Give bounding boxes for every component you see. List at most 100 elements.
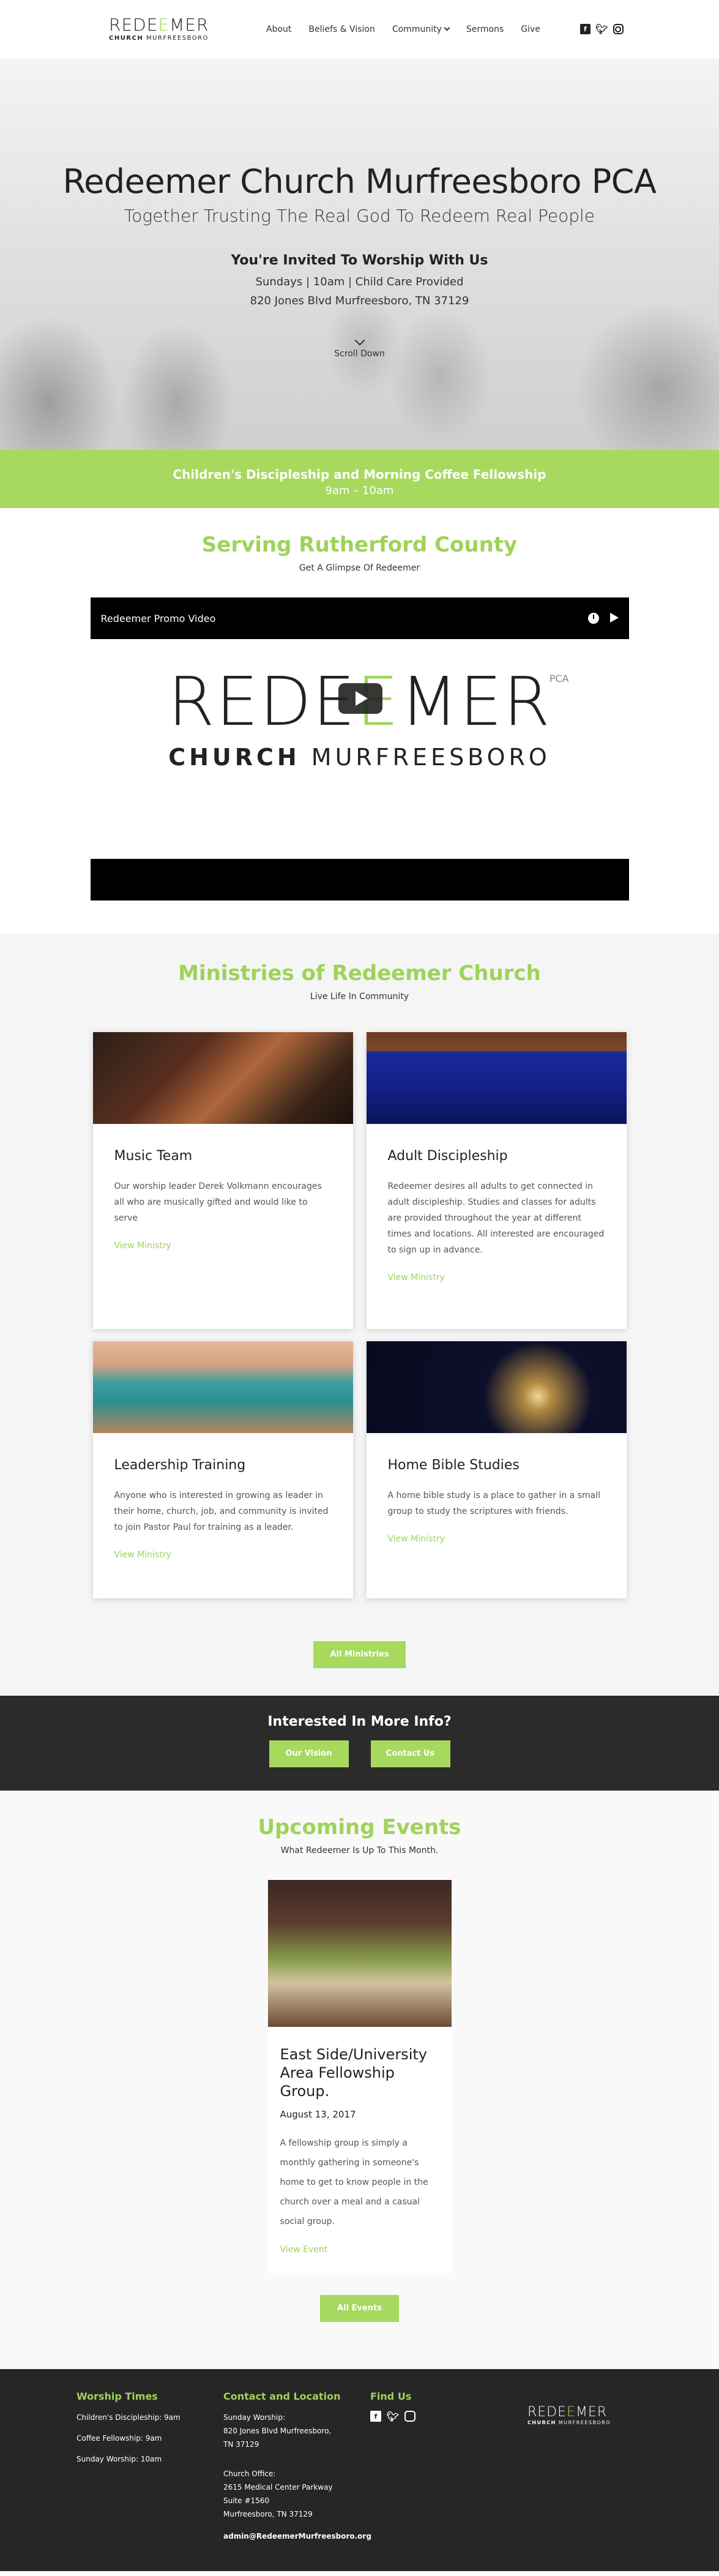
event-text: A fellowship group is simply a monthly g… [280,2138,428,2226]
ministry-title: Adult Discipleship [387,1148,508,1164]
nav-sermons[interactable]: Sermons [466,24,504,34]
footer-office-address: Murfreesboro, TN 37129 [223,2510,313,2518]
instagram-icon[interactable] [404,2411,415,2422]
ministry-text: Our worship leader Derek Volkmann encour… [114,1181,322,1223]
play-icon[interactable] [338,683,382,714]
ministries-subtitle: Live Life In Community [310,992,409,1002]
video-title-bar: Redeemer Promo Video [90,597,629,639]
banner-time: 9am – 10am [325,484,394,497]
ministry-card: Music Team Our worship leader Derek Volk… [92,1032,353,1329]
hero-invite: You're Invited To Worship With Us [231,253,488,268]
footer-email-link[interactable]: admin@RedeemerMurfreesboro.org [223,2532,371,2540]
view-event-link[interactable]: View Event [280,2245,439,2255]
ministry-text: A home bible study is a place to gather … [387,1491,601,1516]
view-ministry-link[interactable]: View Ministry [114,1241,332,1251]
footer-sunday-address: 820 Jones Blvd Murfreesboro, [223,2427,332,2435]
event-image [267,1880,452,2027]
ministry-image-bible [366,1341,627,1433]
chevron-down-icon [354,335,365,346]
scroll-down-link[interactable]: Scroll Down [0,335,719,359]
logo-subtitle: CHURCH MURFREESBORO [109,35,209,42]
events-title: Upcoming Events [258,1815,461,1840]
twitter-icon[interactable]: 🐦︎ [387,2411,399,2422]
ministries-section: Ministries of Redeemer Church Live Life … [0,934,719,1696]
footer-find-title: Find Us [370,2391,412,2402]
twitter-icon[interactable]: 🐦︎ [595,23,608,35]
hero-schedule: Sundays | 10am | Child Care Provided [255,275,464,288]
ministry-text: Redeemer desires all adults to get conne… [387,1181,605,1255]
hero-section: Redeemer Church Murfreesboro PCA Togethe… [0,58,719,450]
footer-office-address: 2615 Medical Center Parkway [223,2483,333,2492]
footer-worship-item: Children's Discipleship: 9am [76,2413,181,2422]
more-info-section: Interested In More Info? Our Vision Cont… [0,1696,719,1791]
view-ministry-link[interactable]: View Ministry [114,1550,332,1560]
ministry-image-adult [366,1032,627,1124]
video-logo-pca: PCA [549,673,569,684]
banner-title: Children's Discipleship and Morning Coff… [173,467,546,482]
events-subtitle: What Redeemer Is Up To This Month. [280,1846,439,1855]
ministry-cards: Music Team Our worship leader Derek Volk… [0,1032,719,1598]
chevron-down-icon [444,24,450,31]
site-header: REDEEMER CHURCH MURFREESBORO About Belie… [0,0,719,58]
ministry-image-music [92,1032,353,1124]
watch-later-icon[interactable] [587,613,599,624]
footer-contact-title: Contact and Location [223,2391,341,2402]
event-date: August 13, 2017 [280,2109,356,2120]
footer-sunday-label: Sunday Worship: [223,2413,286,2422]
announcement-banner: Children's Discipleship and Morning Coff… [0,450,719,508]
footer-worship-item: Coffee Fellowship: 9am [76,2434,162,2443]
view-ministry-link[interactable]: View Ministry [388,1534,605,1544]
instagram-icon[interactable] [613,24,624,34]
nav-beliefs-vision[interactable]: Beliefs & Vision [308,24,374,34]
contact-us-button[interactable]: Contact Us [370,1740,450,1767]
site-logo[interactable]: REDEEMER CHURCH MURFREESBORO [109,17,219,42]
video-logo-subtitle: CHURCH MURFREESBORO [168,744,551,771]
hero-tagline: Together Trusting The Real God To Redeem… [124,206,595,226]
footer-office-address: Suite #1560 [223,2496,270,2505]
ministry-card: Adult Discipleship Redeemer desires all … [366,1032,627,1329]
footer-contact: Contact and Location Sunday Worship: 820… [223,2391,371,2571]
hero-address: 820 Jones Blvd Murfreesboro, TN 37129 [250,294,469,307]
promo-video[interactable]: Redeemer Promo Video REDEEMER PCA CHURCH… [90,597,629,900]
nav-give[interactable]: Give [521,24,540,34]
footer-logo[interactable]: REDEEMER CHURCH MURFREESBORO [527,2405,611,2425]
our-vision-button[interactable]: Our Vision [269,1740,349,1767]
ministry-image-leadership [92,1341,353,1433]
more-info-title: Interested In More Info? [267,1714,452,1729]
facebook-icon[interactable]: f [579,24,590,34]
video-bottom-bar [90,859,629,900]
footer-worship-title: Worship Times [76,2391,158,2402]
facebook-icon[interactable]: f [370,2411,381,2422]
footer-logo-wordmark: REDEEMER [527,2405,608,2420]
nav-community[interactable]: Community [392,24,450,34]
all-events-button[interactable]: All Events [320,2295,399,2322]
serving-title: Serving Rutherford County [201,533,518,557]
ministry-text: Anyone who is interested in growing as l… [114,1491,329,1532]
footer-logo-subtitle: CHURCH MURFREESBORO [527,2420,611,2425]
ministry-title: Music Team [114,1148,193,1164]
serving-subtitle: Get A Glimpse Of Redeemer [299,563,420,573]
video-title: Redeemer Promo Video [100,612,216,624]
event-card: East Side/University Area Fellowship Gro… [267,1880,452,2273]
share-icon[interactable] [609,613,619,623]
nav-about[interactable]: About [266,24,291,34]
footer-office-label: Church Office: [223,2469,276,2478]
footer-worship-times: Worship Times Children's Discipleship: 9… [76,2391,223,2571]
ministry-title: Home Bible Studies [387,1458,520,1473]
event-title: East Side/University Area Fellowship Gro… [280,2046,427,2100]
nav-community-label: Community [392,24,442,34]
scroll-down-label: Scroll Down [334,349,385,359]
footer-worship-item: Sunday Worship: 10am [76,2455,162,2463]
hero-title: Redeemer Church Murfreesboro PCA [62,162,657,201]
view-ministry-link[interactable]: View Ministry [388,1273,605,1282]
ministry-title: Leadership Training [114,1458,246,1473]
serving-section: Serving Rutherford County Get A Glimpse … [0,508,719,934]
ministries-title: Ministries of Redeemer Church [178,961,541,986]
all-ministries-button[interactable]: All Ministries [313,1641,406,1668]
logo-wordmark: REDEEMER [109,15,209,35]
header-social: f 🐦︎ [579,23,624,35]
footer-sunday-address: TN 37129 [223,2440,259,2449]
footer-find-us: Find Us f 🐦︎ [370,2391,517,2571]
main-nav: About Beliefs & Vision Community Sermons… [266,24,540,34]
events-section: Upcoming Events What Redeemer Is Up To T… [0,1791,719,2369]
